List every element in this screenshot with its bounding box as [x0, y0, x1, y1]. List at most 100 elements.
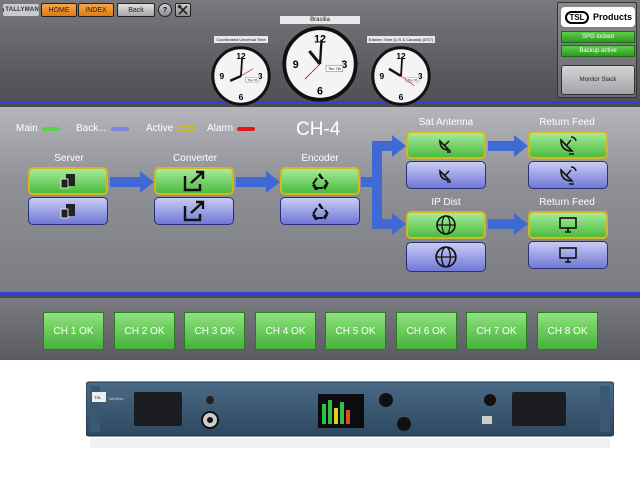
satellite-return-icon: [560, 136, 577, 155]
tools-icon: [177, 4, 188, 15]
satellite-return-backup-icon: [560, 166, 577, 185]
arrow-to-ip: [372, 219, 394, 229]
encoder-backup-recycle-icon: [312, 203, 329, 220]
encoder-main-button[interactable]: [280, 167, 360, 195]
arrow-ip-return-head: [514, 213, 528, 235]
channel-1-button[interactable]: CH 1 OK: [43, 312, 104, 350]
svg-text:9: 9: [293, 59, 299, 71]
return-feed-ip-backup-button[interactable]: [528, 241, 608, 269]
tools-button[interactable]: [175, 3, 191, 17]
clock-brasilia-date: Thu 7th: [328, 67, 341, 71]
converter-backup-button[interactable]: [154, 197, 234, 225]
monitor-stack-button[interactable]: Monitor Stack: [561, 65, 635, 95]
rack-ear-right: [600, 386, 610, 432]
clock-brasilia: Brasilia 12 3 6 9 Thu 7th: [279, 8, 361, 102]
monitor-backup-icon: [559, 247, 577, 263]
arrow-converter-encoder-head: [266, 171, 280, 193]
tallyman-panel: TALLYMAN HOME INDEX Back ? Coordinated U…: [0, 0, 640, 360]
return-feed-sat-backup-button[interactable]: [528, 161, 608, 189]
back-button[interactable]: Back: [117, 3, 155, 17]
tsl-logo: TSL Products: [561, 7, 635, 27]
help-button[interactable]: ?: [158, 3, 172, 17]
arrow-sat-return: [488, 141, 516, 151]
channel-8-button[interactable]: CH 8 OK: [537, 312, 598, 350]
satellite-dish-backup-icon: [439, 169, 451, 183]
globe-icon: [436, 215, 456, 235]
tallyman-logo: TALLYMAN: [3, 4, 39, 16]
ip-dist-backup-button[interactable]: [406, 242, 486, 272]
arrow-ip-return: [488, 219, 516, 229]
server-icon: [60, 174, 75, 189]
channel-6-button[interactable]: CH 6 OK: [396, 312, 457, 350]
ip-dist-label: IP Dist: [431, 197, 461, 208]
help-icon: ?: [162, 6, 168, 14]
svg-text:6: 6: [399, 92, 404, 102]
arrow-server-converter: [110, 177, 142, 187]
server-backup-button[interactable]: [28, 197, 108, 225]
converter-label: Converter: [173, 153, 217, 164]
clock-brasilia-face: 12 3 6 9 Thu 7th: [282, 26, 358, 102]
arrow-to-sat-head: [392, 135, 406, 157]
svg-text:6: 6: [317, 85, 323, 97]
channel-3-button[interactable]: CH 3 OK: [184, 312, 245, 350]
channel-7-button[interactable]: CH 7 OK: [466, 312, 527, 350]
server-backup-icon: [60, 204, 75, 219]
channel-5-button[interactable]: CH 5 OK: [325, 312, 386, 350]
clock-eastern-label: Eastern Time (U.S & Canada) (DST): [366, 36, 436, 43]
hw-button-top-left: [206, 396, 214, 404]
hw-model-text: TallyMan: [108, 396, 124, 401]
channel-status-bar: CH 1 OK CH 2 OK CH 3 OK CH 4 OK CH 5 OK …: [0, 298, 640, 360]
return-feed-sat-main-button[interactable]: [528, 131, 608, 159]
signal-chain-panel: Main Back... Active Alarm CH-4 Server Co…: [0, 107, 640, 295]
arrow-to-ip-head: [392, 213, 406, 235]
clock-utc-label: Coordinated Universal Time: [214, 36, 268, 43]
converter-backup-icon: [183, 200, 205, 222]
arrow-split-vertical: [372, 141, 382, 229]
hw-knob-right: [484, 394, 496, 406]
server-label: Server: [54, 153, 84, 164]
return-feed-sat-label: Return Feed: [539, 117, 595, 128]
hw-brand-text: TSL: [94, 395, 102, 400]
return-feed-ip-main-button[interactable]: [528, 211, 608, 239]
svg-text:12: 12: [314, 34, 326, 46]
index-button[interactable]: INDEX: [78, 3, 114, 17]
speaker-grille-right: [512, 392, 566, 426]
home-button[interactable]: HOME: [41, 3, 77, 17]
converter-main-button[interactable]: [154, 167, 234, 195]
svg-text:9: 9: [219, 71, 224, 81]
encoder-recycle-icon: [312, 173, 329, 190]
encoder-backup-button[interactable]: [280, 197, 360, 225]
clock-utc-face: 12 3 6 9 Thu 7th: [211, 46, 271, 106]
monitor-icon: [559, 217, 577, 233]
clock-utc-date: Thu 7th: [247, 78, 258, 82]
ip-dist-main-button[interactable]: [406, 211, 486, 239]
sat-antenna-main-button[interactable]: [406, 131, 486, 159]
header-bar: TALLYMAN HOME INDEX Back ? Coordinated U…: [0, 0, 640, 106]
svg-text:6: 6: [239, 92, 244, 102]
clock-brasilia-label: Brasilia: [280, 16, 360, 24]
channel-4-button[interactable]: CH 4 OK: [255, 312, 316, 350]
arrow-to-sat: [372, 141, 394, 151]
spg-locked-indicator: SPG locked: [561, 31, 635, 43]
tsl-brand-text: Products: [593, 12, 633, 22]
hw-reflection: [90, 438, 610, 448]
arrow-server-converter-head: [140, 171, 154, 193]
channel-2-button[interactable]: CH 2 OK: [114, 312, 175, 350]
tsl-status-panel: TSL Products SPG locked Backup active Mo…: [557, 2, 637, 98]
logo-text: TALLYMAN: [5, 7, 39, 13]
clock-utc: Coordinated Universal Time 12 3 6 9 Thu …: [196, 28, 286, 106]
clock-eastern: Eastern Time (U.S & Canada) (DST) 12 3 6…: [356, 28, 446, 106]
satellite-dish-icon: [439, 139, 451, 153]
backup-active-indicator: Backup active: [561, 45, 635, 57]
speaker-grille-left: [134, 392, 182, 426]
tsl-badge: TSL: [565, 10, 589, 24]
sat-antenna-backup-button[interactable]: [406, 161, 486, 189]
arrow-sat-return-head: [514, 135, 528, 157]
svg-text:9: 9: [379, 71, 384, 81]
sat-antenna-label: Sat Antenna: [418, 117, 474, 128]
converter-icon: [183, 170, 205, 192]
hardware-front-panel: TSL TallyMan: [86, 381, 614, 448]
arrow-converter-encoder: [236, 177, 268, 187]
server-main-button[interactable]: [28, 167, 108, 195]
hw-knob-top: [379, 393, 393, 407]
